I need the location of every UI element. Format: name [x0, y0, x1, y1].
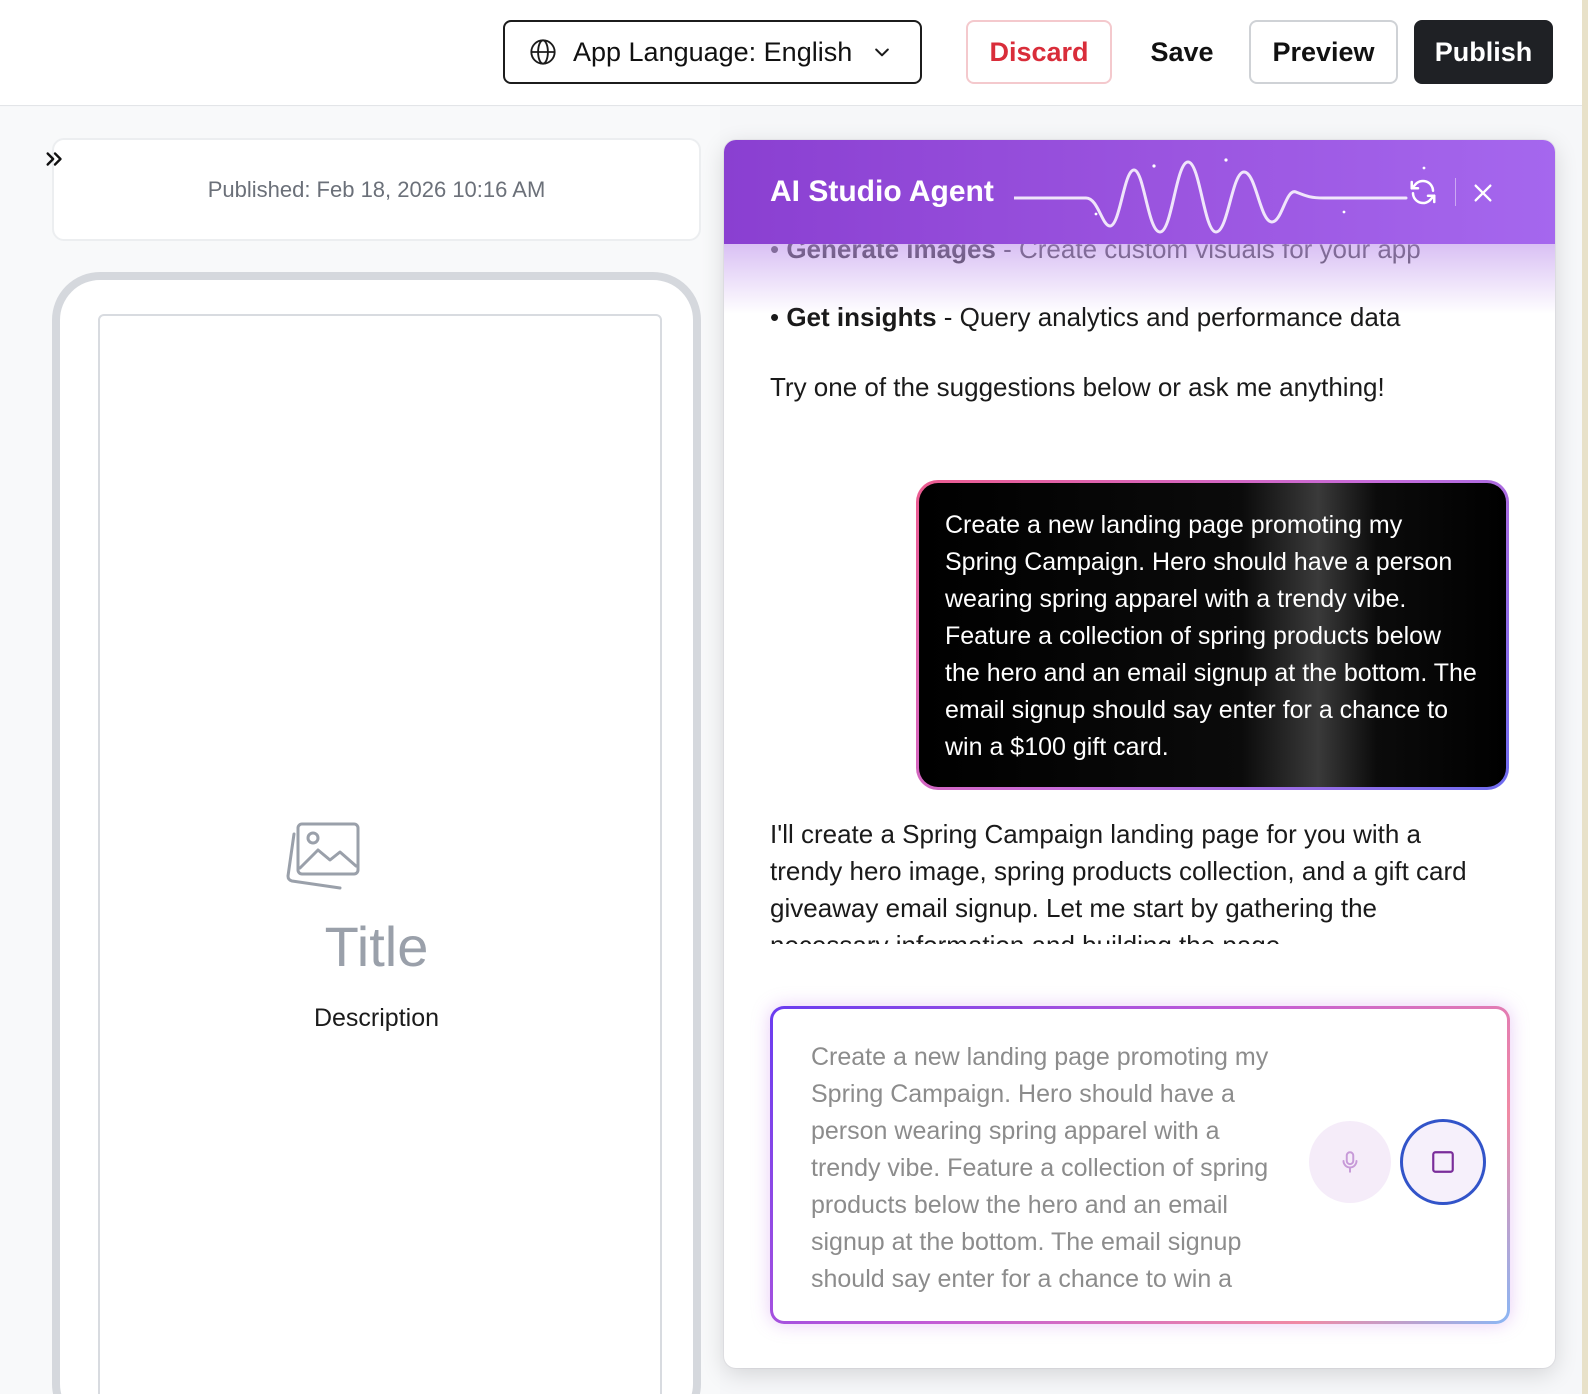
capability-get-insights-title: Get insights [786, 302, 937, 332]
window-edge [1582, 0, 1588, 1394]
chevron-down-icon [875, 48, 890, 57]
suggestion-hint: Try one of the suggestions below or ask … [770, 372, 1385, 402]
chat-input-wrapper: Create a new landing page promoting my S… [770, 1006, 1510, 1324]
preview-button[interactable]: Preview [1249, 20, 1398, 84]
assistant-message: I'll create a Spring Campaign landing pa… [770, 819, 1467, 944]
discard-button[interactable]: Discard [966, 20, 1112, 84]
chat-input-box: Create a new landing page promoting my S… [773, 1009, 1507, 1321]
close-icon[interactable] [1472, 182, 1494, 204]
header-divider [1455, 178, 1456, 206]
published-timestamp: Published: Feb 18, 2026 10:16 AM [207, 176, 546, 202]
refresh-icon[interactable] [1408, 177, 1438, 207]
placeholder-description: Description [313, 1004, 440, 1032]
globe-icon [530, 39, 556, 65]
capability-get-insights-desc: - Query analytics and performance data [936, 302, 1401, 332]
chat-input[interactable]: Create a new landing page promoting my S… [811, 1039, 1281, 1299]
stop-square-icon [1432, 1151, 1454, 1173]
ai-agent-title: AI Studio Agent [770, 175, 994, 208]
image-placeholder-icon [286, 822, 360, 890]
save-button[interactable]: Save [1134, 20, 1230, 84]
microphone-icon [1342, 1151, 1358, 1173]
expand-sidebar-icon[interactable] [44, 148, 66, 170]
phone-screen [98, 314, 662, 1394]
placeholder-title: Title [324, 915, 429, 978]
phone-preview-frame [52, 272, 701, 1394]
capability-get-insights: • Get insights - Query analytics and per… [770, 302, 1401, 332]
app-language-select[interactable]: App Language: English [503, 20, 922, 84]
top-toolbar: App Language: English Discard Save Previ… [0, 0, 1588, 106]
user-message-bubble: Create a new landing page promoting my S… [916, 480, 1509, 790]
app-language-label: App Language: English [573, 36, 853, 67]
stop-generation-button[interactable] [1400, 1119, 1486, 1205]
voice-waveform-icon [1014, 158, 1426, 234]
ai-agent-panel: • Generate images - Create custom visual… [724, 140, 1555, 1368]
publish-button[interactable]: Publish [1414, 20, 1553, 84]
published-status-card: Published: Feb 18, 2026 10:16 AM [52, 138, 701, 241]
microphone-button[interactable] [1309, 1121, 1391, 1203]
ai-agent-header: AI Studio Agent [724, 140, 1555, 244]
user-message-text: Create a new landing page promoting my S… [919, 483, 1506, 787]
